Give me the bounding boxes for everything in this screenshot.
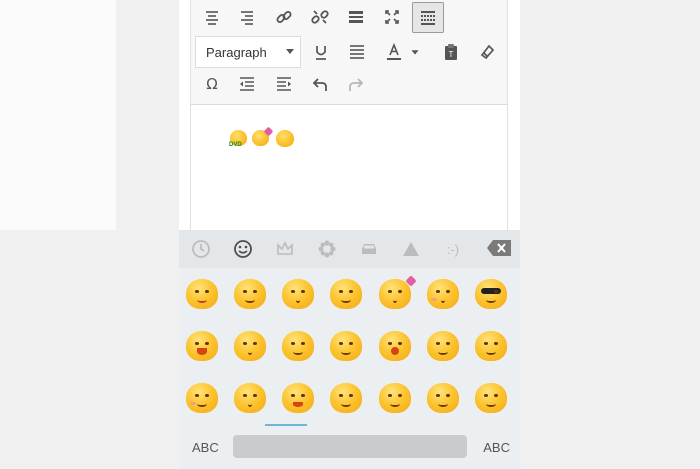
- abc-key-right[interactable]: ABC: [483, 440, 510, 455]
- keyboard-bottom-row: ABC ABC: [179, 428, 520, 469]
- emoji-kiss-heart[interactable]: [375, 274, 417, 314]
- page-indicator: [265, 424, 307, 426]
- category-emoticons[interactable]: :-): [435, 234, 471, 264]
- emoji-keyboard: :-) ABC ABC: [179, 230, 520, 469]
- emoji-persevering[interactable]: [278, 326, 318, 366]
- align-right-icon: [241, 11, 253, 25]
- special-character-button[interactable]: Ω: [197, 69, 227, 99]
- left-background-top: [0, 0, 116, 230]
- space-bar[interactable]: [233, 435, 467, 458]
- category-recent[interactable]: [183, 234, 219, 264]
- text-color-button[interactable]: [379, 37, 409, 67]
- text-color-icon: [387, 43, 401, 60]
- paste-text-icon: T: [445, 44, 457, 60]
- sunglasses-icon: [481, 288, 501, 294]
- right-background: [520, 0, 700, 469]
- indent-button[interactable]: [269, 69, 299, 99]
- align-center-button[interactable]: [197, 2, 227, 32]
- clock-icon: [192, 240, 210, 258]
- emoji-halo[interactable]: [423, 378, 463, 418]
- heart-icon: [263, 126, 274, 137]
- outdent-button[interactable]: [232, 69, 262, 99]
- redo-icon: [349, 78, 364, 91]
- fullscreen-button[interactable]: [377, 2, 407, 32]
- align-right-button[interactable]: [232, 2, 262, 32]
- text-editor: Paragraph T Ω DVD: [190, 0, 508, 232]
- category-symbols[interactable]: [393, 234, 429, 264]
- emoji-crossed-arms[interactable]: [375, 378, 415, 418]
- insert-link-button[interactable]: [269, 2, 299, 32]
- text-color-dropdown[interactable]: [407, 37, 423, 67]
- chevron-down-icon: [411, 50, 419, 55]
- underline-icon: [316, 46, 326, 60]
- outdent-icon: [240, 77, 254, 91]
- format-select-value: Paragraph: [206, 44, 267, 60]
- emoji-winking[interactable]: [230, 274, 270, 314]
- emoji-relieved[interactable]: [230, 326, 270, 366]
- emoji-category-bar: :-): [179, 230, 520, 268]
- format-select[interactable]: Paragraph: [195, 36, 301, 68]
- backspace-key[interactable]: [486, 239, 512, 257]
- svg-text:T: T: [449, 50, 454, 59]
- emoji-raising-hands[interactable]: [278, 378, 318, 418]
- emoji-crying-laughing[interactable]: [182, 326, 222, 366]
- paste-as-text-button[interactable]: T: [436, 37, 466, 67]
- underline-button[interactable]: [306, 37, 336, 67]
- flower-icon: [318, 240, 336, 258]
- smiley-icon: [234, 240, 252, 258]
- clear-formatting-icon: [480, 44, 495, 60]
- chevron-down-icon: [286, 49, 294, 54]
- emoji-sleepy[interactable]: [326, 378, 366, 418]
- toolbar-toggle-icon: [421, 10, 435, 25]
- fullscreen-icon: [385, 10, 399, 24]
- car-icon: [362, 244, 376, 254]
- emoji-grid: [179, 270, 520, 420]
- emoji-yawning[interactable]: [375, 326, 415, 366]
- emoji-smirk[interactable]: [423, 326, 463, 366]
- emoji-squinting-tongue[interactable]: [182, 274, 222, 314]
- editor-content[interactable]: DVD: [191, 105, 507, 231]
- editor-toolbar: Paragraph T Ω: [191, 0, 507, 105]
- remove-link-button[interactable]: [305, 2, 335, 32]
- link-icon: [276, 11, 292, 23]
- emoji-drooling[interactable]: [471, 326, 511, 366]
- unlink-icon: [311, 10, 329, 24]
- undo-icon: [312, 78, 327, 91]
- toolbar-toggle-button[interactable]: [412, 2, 444, 33]
- emoji-hands-up[interactable]: [230, 378, 270, 418]
- heart-icon: [405, 275, 417, 287]
- category-objects[interactable]: [267, 234, 303, 264]
- category-places[interactable]: [351, 234, 387, 264]
- emoji-confounded[interactable]: [182, 378, 222, 418]
- dvd-emoji: DVD: [229, 130, 247, 148]
- svg-text:Ω: Ω: [206, 75, 217, 93]
- category-nature[interactable]: [309, 234, 345, 264]
- justify-button[interactable]: [342, 37, 372, 67]
- special-character-icon: Ω: [206, 75, 217, 93]
- read-more-button[interactable]: [341, 2, 371, 32]
- category-smileys[interactable]: [225, 234, 261, 264]
- triangle-icon: [403, 242, 419, 256]
- heart-emoji: [252, 126, 274, 146]
- crown-icon: [277, 241, 293, 255]
- abc-key-left[interactable]: ABC: [192, 440, 219, 455]
- indent-icon: [277, 77, 291, 91]
- emoticon-label: :-): [446, 241, 460, 257]
- justify-icon: [350, 45, 364, 59]
- clear-formatting-button[interactable]: [472, 37, 502, 67]
- emoji-kissing-blush[interactable]: [423, 274, 463, 314]
- redo-button[interactable]: [341, 69, 371, 99]
- undo-button[interactable]: [305, 69, 335, 99]
- hands-up-emoji: [276, 130, 294, 147]
- emoji-kissing[interactable]: [278, 274, 318, 314]
- emoji-hiding[interactable]: [471, 378, 511, 418]
- emoji-thinking-smile[interactable]: [326, 274, 366, 314]
- emoji-sunglasses[interactable]: [471, 274, 511, 314]
- emoji-pensive[interactable]: [326, 326, 366, 366]
- dvd-label: DVD: [229, 142, 242, 148]
- backspace-icon: [487, 240, 511, 256]
- read-more-icon: [349, 11, 363, 23]
- align-center-icon: [206, 11, 218, 25]
